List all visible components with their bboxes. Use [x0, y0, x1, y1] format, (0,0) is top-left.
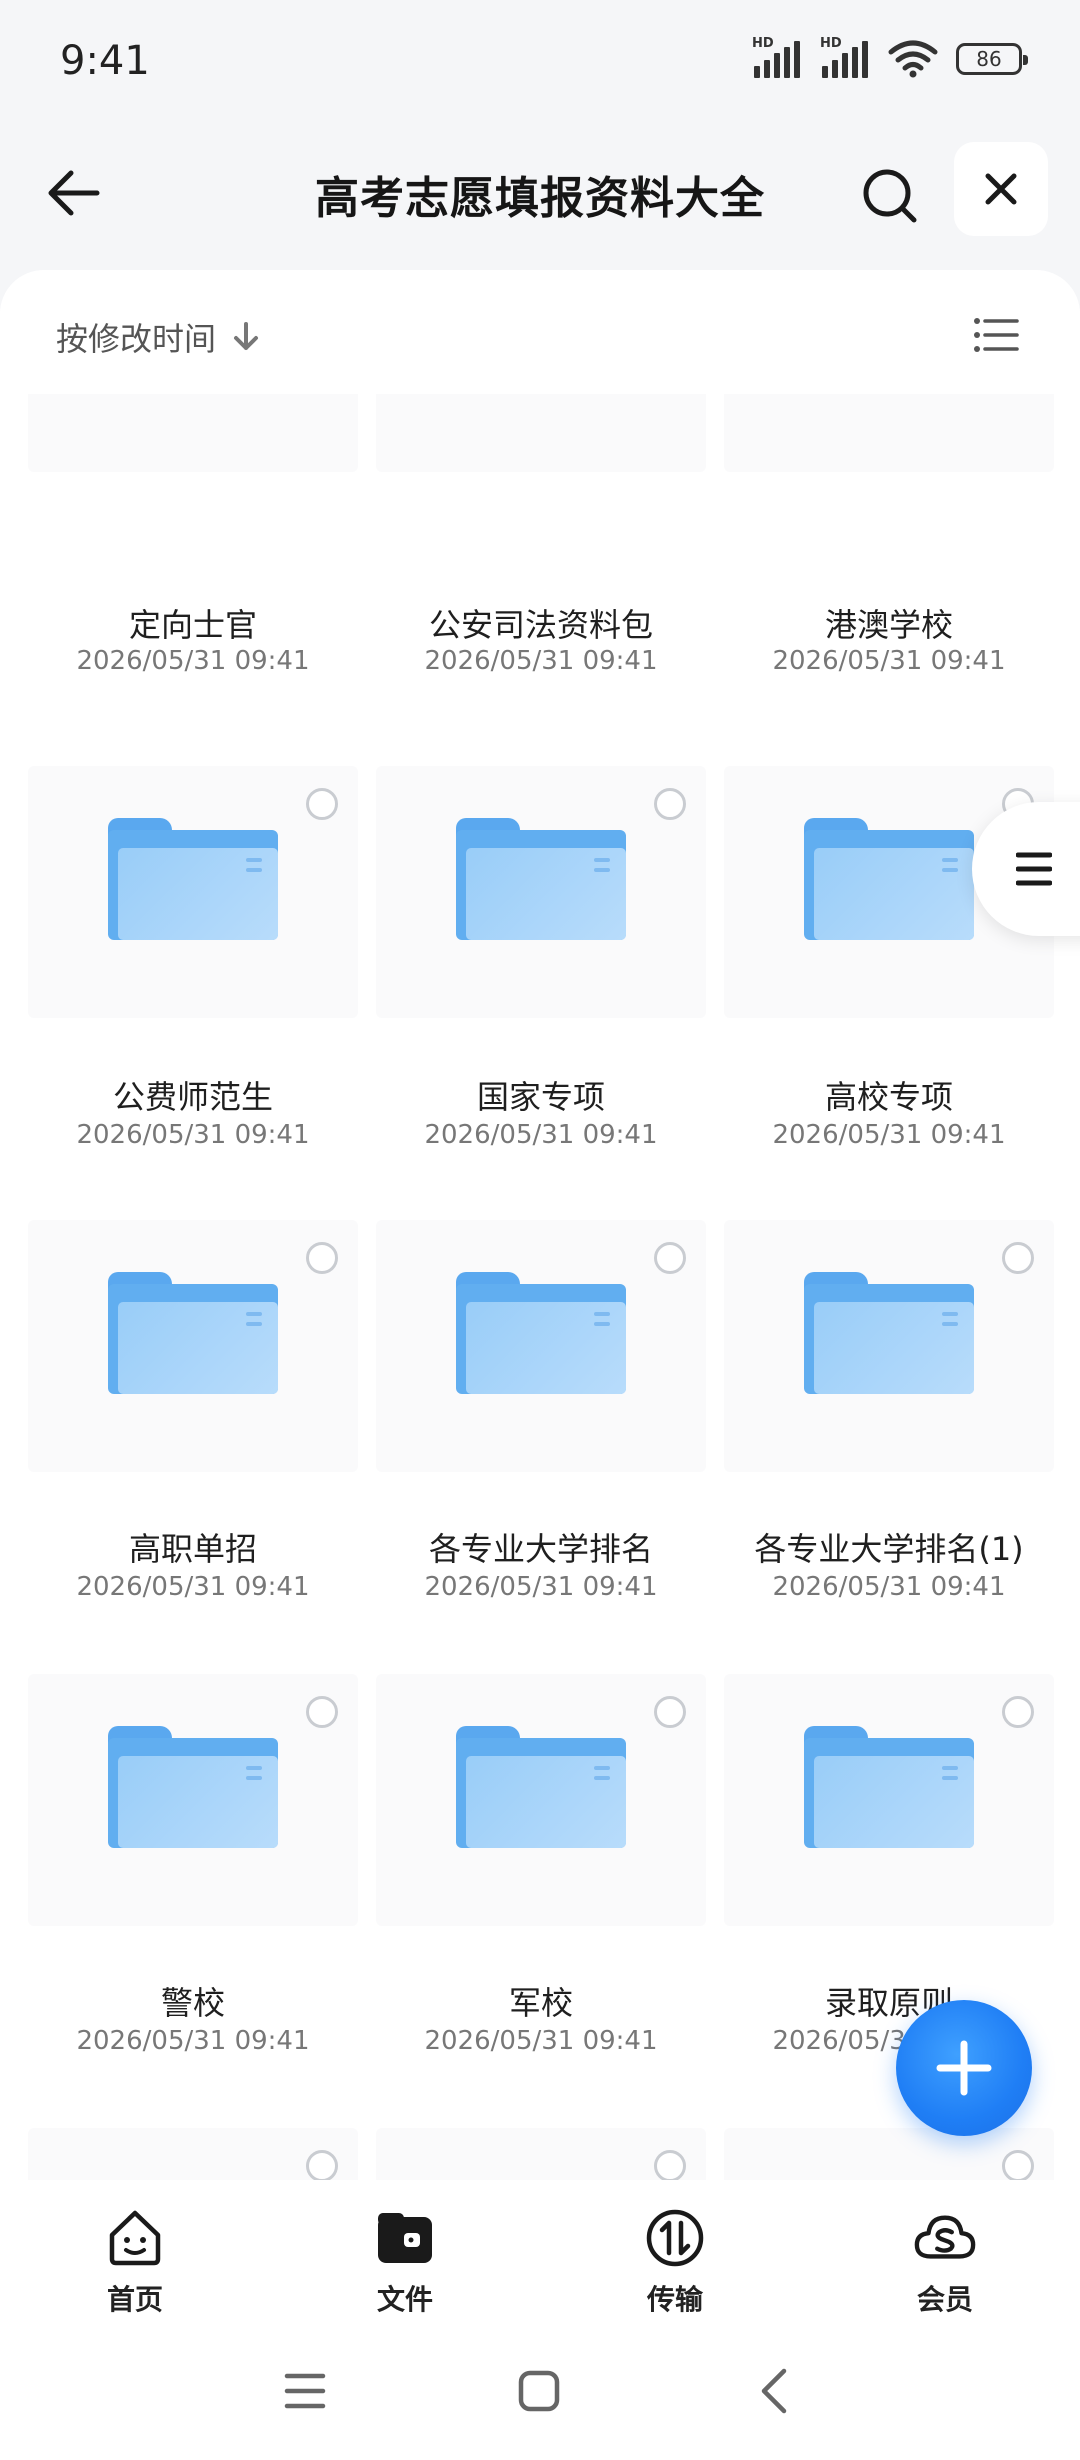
list-view-button[interactable] [966, 310, 1026, 360]
select-checkbox[interactable] [1002, 1242, 1034, 1274]
folder-name: 港澳学校 [824, 606, 953, 644]
square-icon [518, 2370, 560, 2412]
search-button[interactable] [850, 156, 930, 236]
folder-date: 2026/05/31 09:41 [424, 646, 658, 676]
folder-name: 警校 [160, 1984, 225, 2022]
folder-name: 高职单招 [128, 1530, 257, 1568]
battery-level: 86 [976, 47, 1002, 71]
cloud-s-icon [913, 2206, 977, 2270]
bottom-nav: 首页 文件 传输 会员 [0, 2180, 1080, 2320]
nav-files[interactable]: 文件 [270, 2180, 540, 2320]
folder-tile[interactable] [724, 1220, 1054, 1472]
search-icon [863, 169, 917, 223]
folder-icon [804, 1272, 974, 1394]
folder-name: 公费师范生 [112, 1078, 273, 1116]
menu-icon [284, 2373, 326, 2409]
folder-date: 2026/05/31 09:41 [772, 1120, 1006, 1150]
signal-1-icon: HD [752, 36, 802, 78]
folder-icon [456, 1272, 626, 1394]
system-menu-button[interactable] [270, 2356, 340, 2426]
nav-transfer-label: 传输 [646, 2283, 703, 2316]
nav-home-label: 首页 [106, 2283, 163, 2316]
close-icon [985, 173, 1017, 205]
select-checkbox[interactable] [1002, 1696, 1034, 1728]
menu-icon [1016, 852, 1052, 886]
folder-tile[interactable] [724, 1674, 1054, 1926]
folder-date: 2026/05/31 09:41 [76, 1120, 310, 1150]
folder-date: 2026/05/31 09:41 [772, 646, 1006, 676]
select-checkbox[interactable] [654, 788, 686, 820]
sort-button[interactable]: 按修改时间 [56, 314, 260, 360]
folder-tile[interactable] [724, 2128, 1054, 2180]
folder-date: 2026/05/31 09:41 [772, 1572, 1006, 1602]
folder-name: 军校 [508, 1984, 573, 2022]
chevron-left-icon [761, 2368, 787, 2414]
select-checkbox[interactable] [306, 2150, 338, 2180]
system-nav [0, 2320, 1080, 2460]
select-checkbox[interactable] [306, 1242, 338, 1274]
transfer-icon [643, 2206, 707, 2270]
folder-name: 国家专项 [476, 1078, 605, 1116]
select-checkbox[interactable] [1002, 2150, 1034, 2180]
select-checkbox[interactable] [654, 1696, 686, 1728]
battery-icon: 86 [956, 43, 1028, 75]
nav-home[interactable]: 首页 [0, 2180, 270, 2320]
sort-bar: 按修改时间 [0, 270, 1080, 394]
add-button[interactable] [896, 2000, 1032, 2136]
sort-label: 按修改时间 [56, 320, 217, 358]
folder-date: 2026/05/31 09:41 [76, 2026, 310, 2056]
folder-tile[interactable] [376, 1220, 706, 1472]
nav-files-label: 文件 [376, 2283, 433, 2316]
status-time: 9:41 [60, 38, 150, 84]
folder-name: 公安司法资料包 [428, 606, 653, 644]
folder-date: 2026/05/31 09:41 [424, 2026, 658, 2056]
select-checkbox[interactable] [654, 1242, 686, 1274]
wifi-icon [888, 40, 938, 78]
close-button[interactable] [954, 142, 1048, 236]
folder-date: 2026/05/31 09:41 [424, 1572, 658, 1602]
folder-name: 各专业大学排名(1) [754, 1530, 1024, 1568]
select-checkbox[interactable] [306, 1696, 338, 1728]
wallet-folder-icon [373, 2206, 437, 2270]
folder-tile[interactable] [376, 766, 706, 1018]
folder-date: 2026/05/31 09:41 [424, 1120, 658, 1150]
select-checkbox[interactable] [306, 788, 338, 820]
home-face-icon [103, 2206, 167, 2270]
status-icons: HD HD 86 [752, 36, 1028, 78]
folder-icon [804, 1726, 974, 1848]
plus-icon [936, 2040, 992, 2096]
folder-name: 各专业大学排名 [428, 1530, 653, 1568]
file-list-panel: 按修改时间 定向士官 2026/05/31 09:41 公安司法资料包 2026/05… [0, 270, 1080, 2180]
folder-icon [456, 1726, 626, 1848]
folder-icon [108, 818, 278, 940]
folder-name: 定向士官 [128, 606, 257, 644]
folder-tile[interactable] [28, 1674, 358, 1926]
system-home-button[interactable] [504, 2356, 574, 2426]
system-back-button[interactable] [738, 2356, 808, 2426]
folder-icon [108, 1272, 278, 1394]
select-checkbox[interactable] [654, 2150, 686, 2180]
folder-date: 2026/05/31 09:41 [76, 1572, 310, 1602]
folder-icon [804, 818, 974, 940]
nav-transfer[interactable]: 传输 [540, 2180, 810, 2320]
folder-name: 高校专项 [824, 1078, 953, 1116]
folder-tile[interactable] [376, 1674, 706, 1926]
folder-icon [108, 1726, 278, 1848]
nav-member[interactable]: 会员 [810, 2180, 1080, 2320]
folder-tile[interactable] [376, 2128, 706, 2180]
folder-tile[interactable] [28, 1220, 358, 1472]
status-bar: 9:41 HD HD 86 [0, 0, 1080, 128]
signal-2-icon: HD [820, 36, 870, 78]
nav-member-label: 会员 [916, 2283, 973, 2316]
arrow-down-icon [234, 322, 259, 350]
folder-icon [456, 818, 626, 940]
folder-grid: 定向士官 2026/05/31 09:41 公安司法资料包 2026/05/31 09… [0, 270, 1080, 2180]
folder-tile[interactable] [28, 2128, 358, 2180]
folder-tile[interactable] [28, 766, 358, 1018]
list-view-icon [974, 318, 1019, 352]
folder-date: 2026/05/31 09:41 [76, 646, 310, 676]
header: 高考志愿填报资料大全 [0, 128, 1080, 268]
